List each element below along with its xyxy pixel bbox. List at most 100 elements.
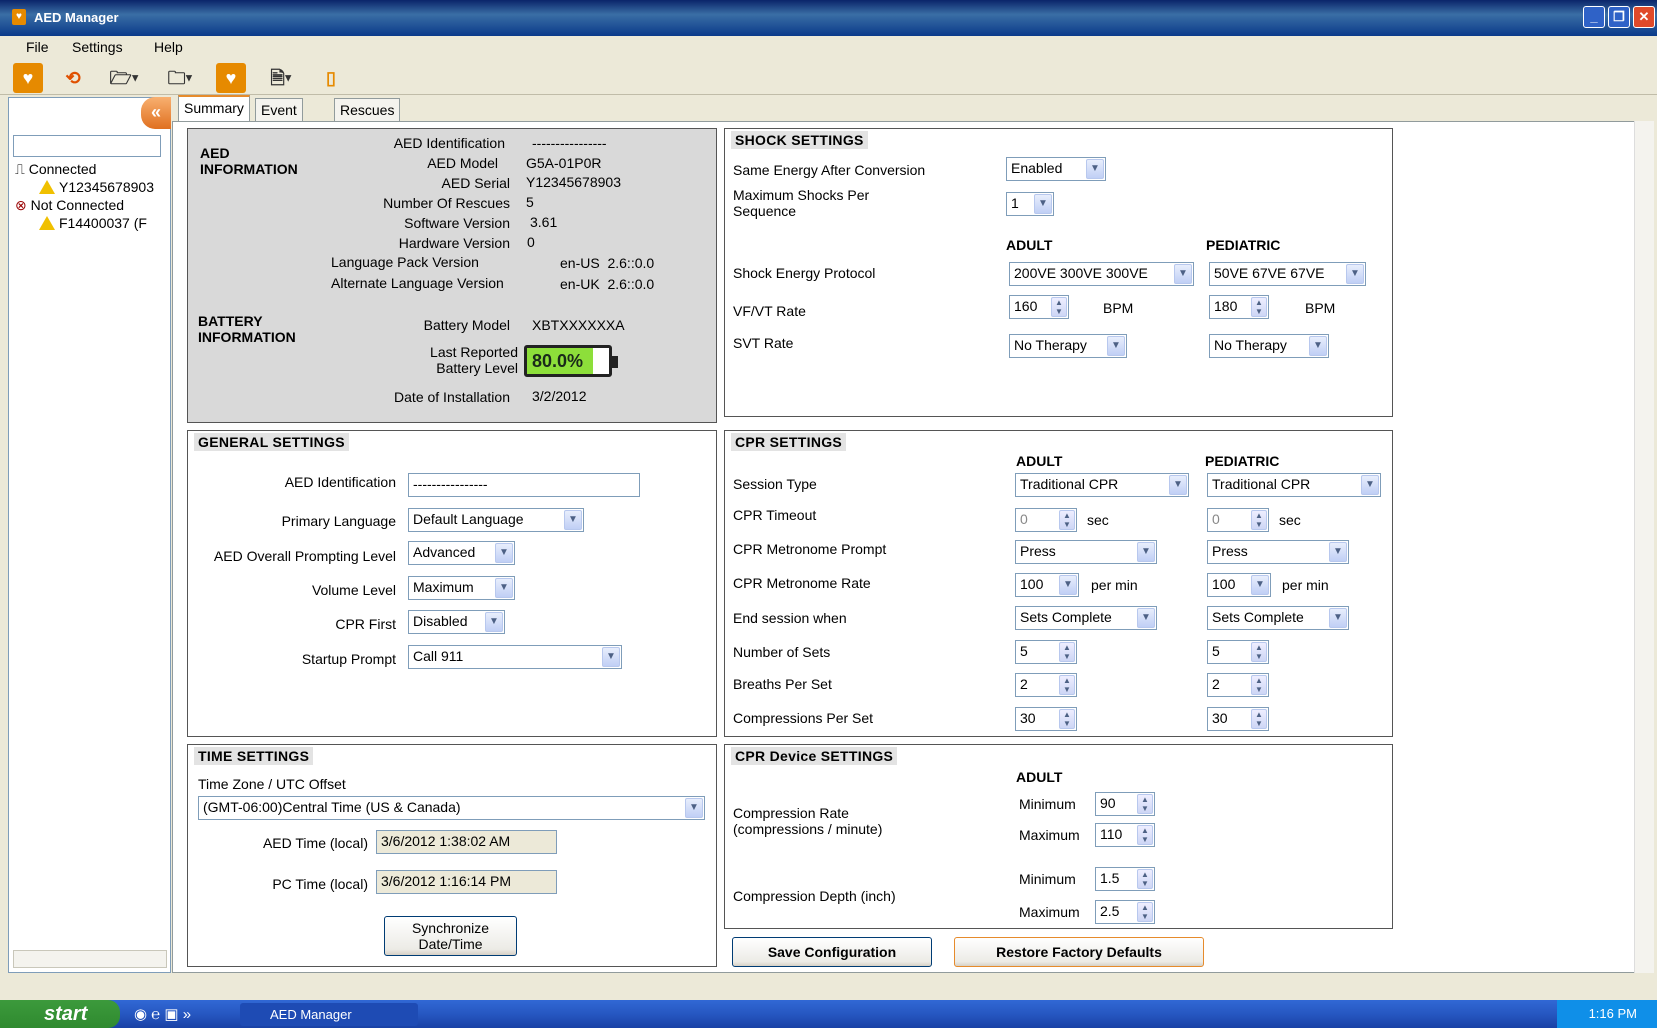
spinner-arrows-icon[interactable]: ▲ ▼ <box>1137 825 1153 845</box>
cpr-device-settings-panel: CPR Device SETTINGS ADULT Compression Ra… <box>724 744 1393 929</box>
primary-language-label: Primary Language <box>281 513 396 529</box>
device-config-icon[interactable]: ♥ <box>216 63 246 93</box>
general-settings-panel: GENERAL SETTINGS AED Identification ----… <box>187 430 717 737</box>
spinner-arrows-icon[interactable]: ▲ ▼ <box>1051 297 1067 317</box>
spinner-arrows-icon[interactable]: ▲ ▼ <box>1059 675 1075 695</box>
minimize-button[interactable]: _ <box>1583 6 1605 28</box>
tab-event-log[interactable]: Event Log <box>255 98 303 134</box>
spinner-arrows-icon[interactable]: ▲ ▼ <box>1137 794 1153 814</box>
start-button[interactable]: start <box>0 1000 120 1028</box>
pediatric-end-session-select[interactable]: Sets Complete ▼ <box>1207 606 1349 630</box>
depth-minimum-spinner[interactable]: 1.5 ▲ ▼ <box>1095 867 1155 891</box>
menu-settings[interactable]: Settings <box>72 39 123 55</box>
chevron-down-icon: ▼ <box>1169 475 1187 495</box>
rescues-value: 5 <box>526 194 534 210</box>
pediatric-metronome-rate-select[interactable]: 100 ▼ <box>1207 573 1271 597</box>
aed-heart-icon[interactable]: ♥ <box>13 63 43 93</box>
open-folder-icon[interactable]: 🗁▾ <box>104 63 144 93</box>
pediatric-metronome-prompt-select[interactable]: Press ▼ <box>1207 540 1349 564</box>
adult-sets-spinner[interactable]: 5 ▲ ▼ <box>1015 640 1077 664</box>
pediatric-sets-spinner[interactable]: 5 ▲ ▼ <box>1207 640 1269 664</box>
taskbar-item-aed-manager[interactable]: AED Manager <box>240 1003 418 1026</box>
tree-node-not-connected[interactable]: ⊗ Not Connected <box>15 197 124 214</box>
adult-session-type-select[interactable]: Traditional CPR ▼ <box>1015 473 1189 497</box>
rate-minimum-label: Minimum <box>1019 796 1076 812</box>
document-list-icon[interactable]: 🗎▾ <box>260 63 302 93</box>
chevron-down-icon: ▼ <box>1086 159 1104 179</box>
pediatric-energy-protocol-select[interactable]: 50VE 67VE 67VE ▼ <box>1209 262 1366 286</box>
adult-metronome-prompt-value: Press <box>1020 543 1056 559</box>
rate-maximum-label: Maximum <box>1019 827 1080 843</box>
primary-language-select[interactable]: Default Language ▼ <box>408 508 584 532</box>
spinner-arrows-icon[interactable]: ▲ ▼ <box>1251 297 1267 317</box>
content-vertical-scrollbar[interactable] <box>1634 121 1654 973</box>
adult-metronome-prompt-select[interactable]: Press ▼ <box>1015 540 1157 564</box>
menu-file[interactable]: File <box>26 39 49 55</box>
restore-button[interactable]: ❐ <box>1608 6 1630 28</box>
tree-node-connected[interactable]: ⎍ Connected <box>15 161 96 178</box>
rate-maximum-spinner[interactable]: 110 ▲ ▼ <box>1095 823 1155 847</box>
rate-minimum-spinner[interactable]: 90 ▲ ▼ <box>1095 792 1155 816</box>
pediatric-session-type-select[interactable]: Traditional CPR ▼ <box>1207 473 1381 497</box>
pediatric-timeout-spinner[interactable]: 0 ▲ ▼ <box>1207 508 1269 532</box>
max-shocks-select[interactable]: 1 ▼ <box>1006 192 1054 216</box>
pediatric-vfvt-spinner[interactable]: 180 ▲ ▼ <box>1209 295 1269 319</box>
adult-svt-select[interactable]: No Therapy ▼ <box>1009 334 1127 358</box>
battery-terminal <box>612 356 618 368</box>
collapse-panel-icon[interactable]: « <box>141 97 171 129</box>
tree-horizontal-scrollbar[interactable] <box>13 950 167 968</box>
tree-node-connected-device[interactable]: Y12345678903 <box>39 179 167 195</box>
chevron-down-icon: ▼ <box>495 578 513 598</box>
cpr-adult-header: ADULT <box>1016 453 1063 469</box>
close-button[interactable]: ✕ <box>1633 6 1655 28</box>
same-energy-select[interactable]: Enabled ▼ <box>1006 157 1106 181</box>
adult-metronome-rate-select[interactable]: 100 ▼ <box>1015 573 1079 597</box>
restore-defaults-button[interactable]: Restore Factory Defaults <box>954 937 1204 967</box>
chevron-down-icon: ▼ <box>485 612 503 632</box>
exit-door-icon[interactable]: ▯ <box>316 63 346 93</box>
quick-launch-icons[interactable]: ◉ ℮ ▣ » <box>134 1005 191 1023</box>
tab-rescues[interactable]: Rescues <box>334 98 401 122</box>
cpr-first-select[interactable]: Disabled ▼ <box>408 610 505 634</box>
adult-end-session-value: Sets Complete <box>1020 609 1112 625</box>
aed-identification-input[interactable]: ---------------- <box>408 473 640 497</box>
startup-prompt-select[interactable]: Call 911 ▼ <box>408 645 622 669</box>
timezone-select[interactable]: (GMT-06:00)Central Time (US & Canada) ▼ <box>198 796 705 820</box>
spinner-arrows-icon[interactable]: ▲ ▼ <box>1251 642 1267 662</box>
spinner-arrows-icon[interactable]: ▲ ▼ <box>1059 709 1075 729</box>
depth-maximum-spinner[interactable]: 2.5 ▲ ▼ <box>1095 900 1155 924</box>
tree-node-not-connected-device[interactable]: F14400037 (F <box>39 215 167 231</box>
pc-time-label: PC Time (local) <box>272 876 368 892</box>
pediatric-metronome-prompt-value: Press <box>1212 543 1248 559</box>
adult-end-session-select[interactable]: Sets Complete ▼ <box>1015 606 1157 630</box>
adult-compressions-spinner[interactable]: 30 ▲ ▼ <box>1015 707 1077 731</box>
prompting-level-select[interactable]: Advanced ▼ <box>408 541 515 565</box>
pediatric-compressions-spinner[interactable]: 30 ▲ ▼ <box>1207 707 1269 731</box>
spinner-arrows-icon[interactable]: ▲ ▼ <box>1059 510 1075 530</box>
export-folder-icon[interactable]: 🗀▾ <box>160 63 200 93</box>
pediatric-svt-select[interactable]: No Therapy ▼ <box>1209 334 1329 358</box>
volume-level-select[interactable]: Maximum ▼ <box>408 576 515 600</box>
chevron-down-icon: ▼ <box>1137 542 1155 562</box>
tree-search-input[interactable] <box>13 135 161 157</box>
spinner-arrows-icon[interactable]: ▲ ▼ <box>1137 869 1153 889</box>
synchronize-button[interactable]: Synchronize Date/Time <box>384 916 517 956</box>
spinner-arrows-icon[interactable]: ▲ ▼ <box>1251 675 1267 695</box>
spinner-arrows-icon[interactable]: ▲ ▼ <box>1137 902 1153 922</box>
save-configuration-button[interactable]: Save Configuration <box>732 937 932 967</box>
adult-vfvt-spinner[interactable]: 160 ▲ ▼ <box>1009 295 1069 319</box>
tab-summary[interactable]: Summary <box>178 95 250 122</box>
spinner-arrows-icon[interactable]: ▲ ▼ <box>1251 709 1267 729</box>
battery-model-value: XBTXXXXXXA <box>532 317 625 333</box>
rescues-label: Number Of Rescues <box>383 195 510 211</box>
adult-timeout-spinner[interactable]: 0 ▲ ▼ <box>1015 508 1077 532</box>
battery-info-title: BATTERY INFORMATION <box>198 313 296 345</box>
refresh-icon[interactable]: ⟲ <box>58 63 88 93</box>
menu-help[interactable]: Help <box>154 39 183 55</box>
pediatric-breaths-spinner[interactable]: 2 ▲ ▼ <box>1207 673 1269 697</box>
spinner-arrows-icon[interactable]: ▲ ▼ <box>1251 510 1267 530</box>
spinner-arrows-icon[interactable]: ▲ ▼ <box>1059 642 1075 662</box>
adult-energy-protocol-select[interactable]: 200VE 300VE 300VE ▼ <box>1009 262 1194 286</box>
adult-breaths-spinner[interactable]: 2 ▲ ▼ <box>1015 673 1077 697</box>
cpr-first-label: CPR First <box>335 616 396 632</box>
